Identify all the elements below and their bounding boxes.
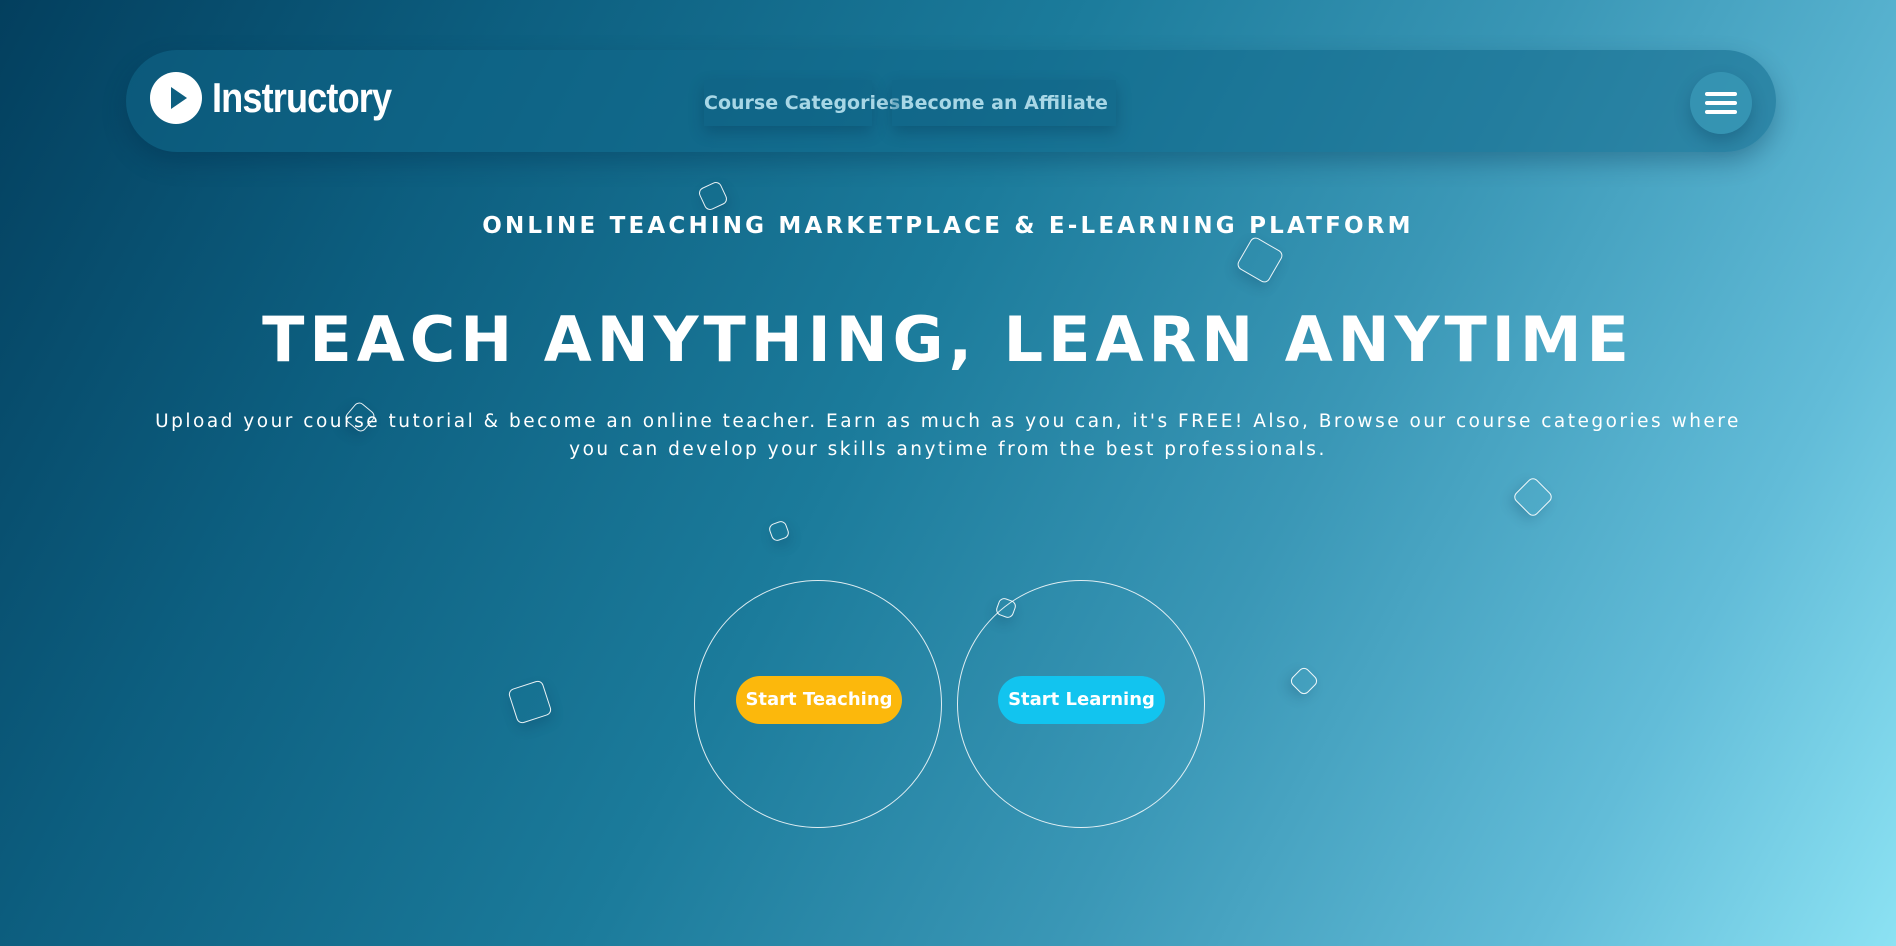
hamburger-menu-icon [1705,110,1737,114]
decorative-square [767,519,791,543]
decorative-square [1288,665,1320,697]
decorative-square [697,180,729,212]
start-learning-button[interactable]: Start Learning [998,676,1165,724]
hero-eyebrow: ONLINE TEACHING MARKETPLACE & E-LEARNING… [482,213,1414,239]
nav-links: Course Categories Become an Affiliate [704,80,1116,126]
hero-subtitle: Upload your course tutorial & become an … [155,411,1741,460]
hamburger-menu-icon [1705,92,1737,96]
nav-link-become-affiliate[interactable]: Become an Affiliate [892,80,1116,126]
hamburger-menu-icon [1705,101,1737,105]
menu-button[interactable] [1690,72,1752,134]
decorative-square [507,679,553,725]
hero-headline: TEACH ANYTHING, LEARN ANYTIME [262,303,1634,376]
landing-page: Instructory Course Categories Become an … [0,0,1896,946]
nav-link-course-categories[interactable]: Course Categories [704,80,900,126]
brand-name: Instructory [212,74,392,121]
brand-logo-link[interactable]: Instructory [150,70,420,126]
start-teaching-button[interactable]: Start Teaching [736,676,902,724]
play-circle-icon [150,72,202,124]
top-navbar: Instructory Course Categories Become an … [126,50,1776,152]
decorative-square [1511,475,1555,519]
decorative-square [1235,235,1285,285]
